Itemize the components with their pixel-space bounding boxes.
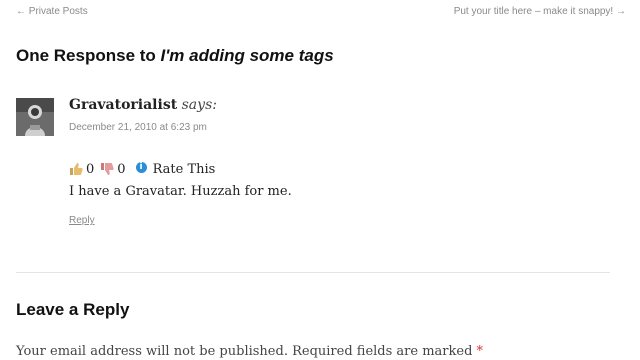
dislike-count: 0	[117, 161, 126, 177]
section-divider	[16, 272, 610, 273]
thumbs-up-icon[interactable]	[69, 162, 83, 176]
info-icon[interactable]: i	[135, 161, 147, 173]
previous-post-link[interactable]: ← Private Posts	[16, 6, 88, 17]
next-post-link[interactable]: Put your title here – make it snappy! →	[454, 6, 626, 17]
comment-body: I have a Gravatar. Huzzah for me.	[69, 184, 292, 199]
comment-author-line: Gravatorialist says:	[69, 97, 217, 113]
comment-author-name[interactable]: Gravatorialist	[69, 97, 177, 113]
like-count: 0	[86, 161, 95, 177]
rate-this-label[interactable]: Rate This	[153, 162, 216, 177]
leave-reply-heading: Leave a Reply	[16, 300, 130, 319]
comment-says: says:	[181, 97, 217, 113]
required-marker: *	[476, 344, 484, 359]
post-comments-page: ← Private Posts Put your title here – ma…	[0, 0, 640, 360]
avatar[interactable]	[16, 98, 54, 136]
thumbs-down-icon[interactable]	[100, 162, 114, 176]
post-title: I'm adding some tags	[160, 46, 334, 65]
comment-rating: 0 0 i Rate This	[69, 159, 215, 179]
comment-notes: Your email address will not be published…	[16, 344, 483, 359]
responses-heading-prefix: One Response to	[16, 46, 161, 65]
comment-notes-text: Your email address will not be published…	[16, 344, 473, 359]
comment-date-link[interactable]: December 21, 2010 at 6:23 pm	[69, 122, 207, 133]
reply-link[interactable]: Reply	[69, 215, 95, 226]
responses-heading: One Response to I'm adding some tags	[16, 46, 334, 66]
avatar-image	[16, 98, 54, 136]
